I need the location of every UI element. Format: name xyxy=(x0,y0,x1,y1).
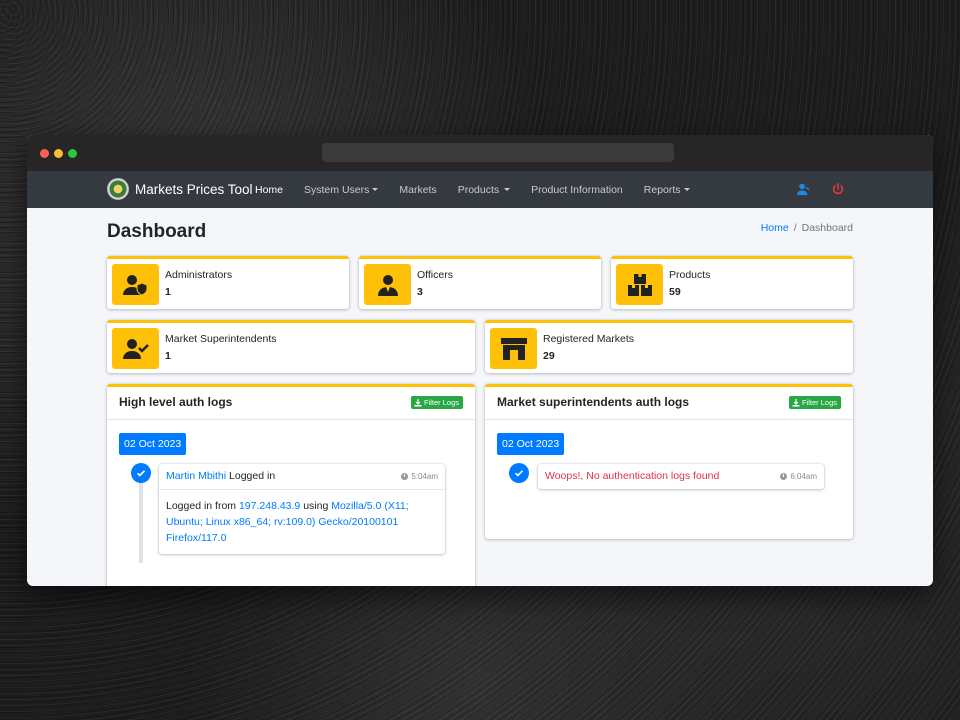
chevron-down-icon xyxy=(372,188,379,192)
close-window-button[interactable] xyxy=(40,149,49,158)
brand-name: Markets Prices Tool xyxy=(135,181,253,197)
nav-product-information[interactable]: Product Information xyxy=(531,184,623,196)
check-icon xyxy=(509,463,529,483)
breadcrumb-current: Dashboard xyxy=(801,222,853,234)
stat-label: Market Superintendents xyxy=(165,333,277,345)
nav-system-users[interactable]: System Users xyxy=(304,184,379,196)
breadcrumb-home-link[interactable]: Home xyxy=(761,222,789,234)
log-time: 6:04am xyxy=(790,472,817,481)
card-title: Market superintendents auth logs xyxy=(497,395,690,409)
officer-icon xyxy=(364,264,411,305)
stat-card-products: Products 59 xyxy=(611,256,853,309)
log-action: Logged in xyxy=(226,470,276,482)
timeline-item-header: Martin Mbithi Logged in 5:04am xyxy=(159,464,445,489)
clock-icon xyxy=(780,473,788,480)
stat-value: 1 xyxy=(165,286,171,298)
timeline-item: Martin Mbithi Logged in 5:04am Logged in… xyxy=(159,464,445,554)
stat-value: 29 xyxy=(543,350,555,362)
minimize-window-button[interactable] xyxy=(54,149,63,158)
filter-logs-button[interactable]: Filter Logs xyxy=(788,396,841,409)
timestamp: 5:04am xyxy=(401,472,438,481)
nav-markets[interactable]: Markets xyxy=(399,184,436,196)
ip-address-link[interactable]: 197.248.43.9 xyxy=(239,500,300,512)
card-header: High level auth logs Filter Logs xyxy=(107,387,475,420)
clock-icon xyxy=(401,473,409,480)
no-logs-message: Woops!, No authentication logs found xyxy=(545,470,720,482)
stat-card-administrators: Administrators 1 xyxy=(107,256,349,309)
timeline-item: Woops!, No authentication logs found 6:0… xyxy=(538,464,824,489)
stat-label: Administrators xyxy=(165,269,233,281)
log-body-mid: using xyxy=(300,500,332,512)
check-icon xyxy=(131,463,151,483)
filter-logs-label: Filter Logs xyxy=(801,398,837,407)
nav-home[interactable]: Home xyxy=(255,184,283,196)
brand-logo-icon xyxy=(107,178,129,200)
high-level-auth-logs-card: High level auth logs Filter Logs 02 Oct … xyxy=(107,384,475,586)
power-icon[interactable] xyxy=(831,182,845,196)
stat-card-officers: Officers 3 xyxy=(359,256,601,309)
filter-logs-label: Filter Logs xyxy=(423,398,459,407)
stat-card-registered-markets: Registered Markets 29 xyxy=(485,320,853,373)
log-time: 5:04am xyxy=(411,472,438,481)
brand[interactable]: Markets Prices Tool xyxy=(107,178,253,200)
card-header: Market superintendents auth logs Filter … xyxy=(485,387,853,420)
timeline-item-body: Logged in from 197.248.43.9 using Mozill… xyxy=(159,489,445,554)
log-body-prefix: Logged in from xyxy=(166,500,239,512)
stat-label: Officers xyxy=(417,269,453,281)
timeline-date: 02 Oct 2023 xyxy=(119,433,187,455)
breadcrumb: Home / Dashboard xyxy=(761,222,853,234)
browser-window: Markets Prices Tool Home System Users Ma… xyxy=(27,135,933,586)
admin-shield-icon xyxy=(112,264,159,305)
download-icon xyxy=(792,398,800,406)
stat-card-market-superintendents: Market Superintendents 1 xyxy=(107,320,475,373)
user-check-icon xyxy=(112,328,159,369)
user-icon[interactable] xyxy=(796,182,810,196)
stat-value: 1 xyxy=(165,350,171,362)
store-icon xyxy=(490,328,537,369)
card-title: High level auth logs xyxy=(119,395,233,409)
page-title: Dashboard xyxy=(107,221,207,242)
nav-products[interactable]: Products xyxy=(458,184,511,196)
breadcrumb-separator: / xyxy=(793,222,797,234)
timeline-date: 02 Oct 2023 xyxy=(497,433,565,455)
stat-label: Products xyxy=(669,269,711,281)
chevron-down-icon xyxy=(683,188,690,192)
nav-links: Home System Users Markets Products Produ… xyxy=(255,171,711,208)
stat-value: 3 xyxy=(417,286,423,298)
filter-logs-button[interactable]: Filter Logs xyxy=(410,396,463,409)
stat-value: 59 xyxy=(669,286,681,298)
boxes-icon xyxy=(616,264,663,305)
stat-label: Registered Markets xyxy=(543,333,635,345)
chevron-down-icon xyxy=(504,188,511,192)
top-navbar: Markets Prices Tool Home System Users Ma… xyxy=(27,171,933,208)
address-bar[interactable] xyxy=(322,143,674,162)
download-icon xyxy=(414,398,422,406)
nav-reports[interactable]: Reports xyxy=(644,184,690,196)
timestamp: 6:04am xyxy=(780,472,817,481)
maximize-window-button[interactable] xyxy=(68,149,77,158)
market-superintendents-auth-logs-card: Market superintendents auth logs Filter … xyxy=(485,384,853,539)
timeline-item-header: Woops!, No authentication logs found 6:0… xyxy=(538,464,824,489)
browser-titlebar xyxy=(27,135,933,171)
user-link[interactable]: Martin Mbithi xyxy=(166,470,226,482)
